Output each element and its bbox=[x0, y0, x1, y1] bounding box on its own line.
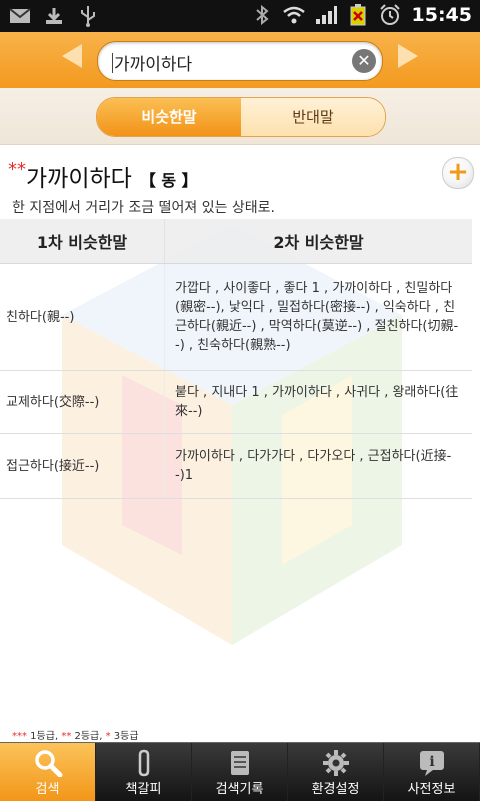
synonym-table: 1차 비슷한말 2차 비슷한말 친하다(親--) 가깝다 , 사이좋다 , 좋다… bbox=[0, 219, 472, 499]
primary-synonym[interactable]: 교제하다(交際--) bbox=[0, 370, 165, 434]
entry-heading: **가까이하다 【 동 】 bbox=[8, 159, 198, 193]
alarm-icon bbox=[378, 4, 402, 26]
battery-icon bbox=[346, 4, 370, 26]
wifi-icon bbox=[282, 4, 306, 26]
previous-arrow-icon[interactable] bbox=[62, 44, 82, 68]
entry-word: 가까이하다 bbox=[26, 166, 132, 192]
entry-grade-stars: ** bbox=[8, 159, 26, 180]
clear-search-button[interactable]: ✕ bbox=[352, 49, 376, 73]
gear-icon bbox=[322, 750, 349, 776]
mail-icon bbox=[8, 5, 32, 27]
tab-group: 비슷한말 반대말 bbox=[96, 97, 386, 137]
notepad-icon bbox=[230, 751, 249, 775]
column-header-primary: 1차 비슷한말 bbox=[0, 219, 165, 264]
usb-icon bbox=[76, 5, 100, 27]
nav-label: 검색 bbox=[35, 782, 60, 797]
download-icon bbox=[42, 5, 66, 27]
tab-bar: 비슷한말 반대말 bbox=[0, 88, 480, 145]
search-input[interactable]: 가까이하다 ✕ bbox=[97, 41, 383, 81]
nav-search[interactable]: 검색 bbox=[0, 743, 96, 801]
secondary-synonyms[interactable]: 가까이하다 , 다가가다 , 다가오다 , 근접하다(近接--)1 bbox=[164, 433, 472, 499]
bottom-navigation: 검색 책갈피 검색기록 환경설정 i 사전정보 bbox=[0, 742, 480, 801]
nav-dictionary-info[interactable]: i 사전정보 bbox=[384, 743, 480, 801]
result-content[interactable]: **가까이하다 【 동 】 + 한 지점에서 거리가 조금 떨어져 있는 상태로.… bbox=[0, 145, 480, 742]
primary-synonym[interactable]: 접근하다(接近--) bbox=[0, 433, 165, 499]
next-arrow-icon[interactable] bbox=[398, 44, 418, 68]
nav-bookmarks[interactable]: 책갈피 bbox=[96, 743, 192, 801]
info-icon: i bbox=[419, 751, 444, 776]
table-row[interactable]: 친하다(親--) 가깝다 , 사이좋다 , 좋다 1 , 가까이하다 , 친밀하… bbox=[0, 263, 472, 371]
nav-history[interactable]: 검색기록 bbox=[192, 743, 288, 801]
nav-label: 환경설정 bbox=[311, 782, 360, 797]
nav-label: 책갈피 bbox=[125, 782, 162, 797]
paperclip-icon bbox=[138, 749, 149, 777]
text-cursor bbox=[112, 53, 113, 73]
search-value: 가까이하다 bbox=[114, 55, 193, 75]
clock: 15:45 bbox=[411, 4, 472, 26]
primary-synonym[interactable]: 친하다(親--) bbox=[0, 263, 165, 371]
entry-definition: 한 지점에서 거리가 조금 떨어져 있는 상태로. bbox=[12, 200, 275, 216]
search-bar: 가까이하다 ✕ bbox=[0, 32, 480, 89]
secondary-synonyms[interactable]: 붙다 , 지내다 1 , 가까이하다 , 사귀다 , 왕래하다(往來--) bbox=[164, 370, 472, 434]
signal-icon bbox=[314, 4, 338, 26]
entry-part-of-speech: 【 동 】 bbox=[139, 171, 198, 190]
secondary-synonyms[interactable]: 가깝다 , 사이좋다 , 좋다 1 , 가까이하다 , 친밀하다(親密--), … bbox=[164, 263, 472, 371]
add-bookmark-button[interactable]: + bbox=[442, 157, 474, 189]
table-row[interactable]: 교제하다(交際--) 붙다 , 지내다 1 , 가까이하다 , 사귀다 , 왕래… bbox=[0, 370, 472, 434]
tab-synonyms[interactable]: 비슷한말 bbox=[97, 98, 241, 136]
nav-label: 사전정보 bbox=[407, 782, 456, 797]
table-row[interactable]: 접근하다(接近--) 가까이하다 , 다가가다 , 다가오다 , 근접하다(近接… bbox=[0, 433, 472, 499]
nav-label: 검색기록 bbox=[215, 782, 264, 797]
search-icon bbox=[34, 750, 62, 777]
nav-settings[interactable]: 환경설정 bbox=[288, 743, 384, 801]
table-header-row: 1차 비슷한말 2차 비슷한말 bbox=[0, 219, 472, 264]
bluetooth-icon bbox=[250, 4, 274, 26]
tab-antonyms[interactable]: 반대말 bbox=[241, 98, 385, 136]
grade-legend: *** 1등급, ** 2등급, * 3등급 bbox=[12, 731, 139, 742]
column-header-secondary: 2차 비슷한말 bbox=[164, 219, 472, 264]
svg-text:i: i bbox=[429, 754, 434, 770]
status-bar: 15:45 bbox=[0, 0, 480, 32]
